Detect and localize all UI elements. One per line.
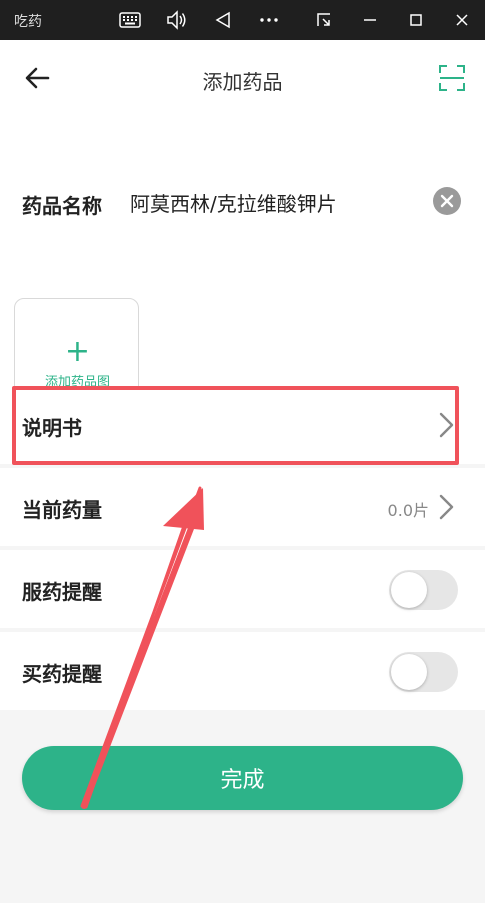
take-reminder-toggle[interactable]	[389, 570, 458, 610]
more-icon[interactable]	[257, 8, 281, 32]
volume-icon[interactable]	[165, 8, 189, 32]
screen-capture-icon[interactable]	[312, 8, 336, 32]
toggle-knob	[391, 572, 427, 608]
close-icon[interactable]	[450, 8, 474, 32]
dosage-value: 0.0片	[387, 501, 429, 520]
buy-reminder-label: 买药提醒	[22, 662, 102, 686]
clear-icon[interactable]	[433, 187, 461, 215]
toggle-knob	[391, 654, 427, 690]
window-title: 吃药	[14, 14, 42, 30]
dosage-row[interactable]: 当前药量 0.0片	[0, 468, 485, 546]
annotation-highlight-box	[12, 386, 459, 465]
done-button[interactable]: 完成	[22, 746, 463, 810]
dosage-label: 当前药量	[22, 498, 102, 522]
back-triangle-icon[interactable]	[211, 8, 235, 32]
plus-icon: +	[64, 334, 91, 369]
app-header: 添加药品	[0, 40, 485, 118]
buy-reminder-toggle[interactable]	[389, 652, 458, 692]
maximize-icon[interactable]	[404, 8, 428, 32]
drug-info-section: 药品名称 阿莫西林/克拉维酸钾片 + 添加药品图	[0, 118, 485, 423]
take-reminder-label: 服药提醒	[22, 580, 102, 604]
window-titlebar: 吃药	[0, 0, 485, 40]
take-reminder-row: 服药提醒	[0, 550, 485, 628]
drug-name-label: 药品名称	[22, 194, 102, 218]
buy-reminder-row: 买药提醒	[0, 632, 485, 710]
page-title: 添加药品	[202, 70, 283, 94]
chevron-right-icon	[436, 493, 458, 521]
scan-icon[interactable]	[438, 64, 466, 92]
minimize-icon[interactable]	[358, 8, 382, 32]
drug-name-field[interactable]: 阿莫西林/克拉维酸钾片	[130, 188, 337, 217]
keyboard-icon[interactable]	[118, 8, 142, 32]
app-screen: 添加药品 药品名称 阿莫西林/克拉维酸钾片 + 添加药品图 说明书 当前药量 0…	[0, 40, 485, 903]
